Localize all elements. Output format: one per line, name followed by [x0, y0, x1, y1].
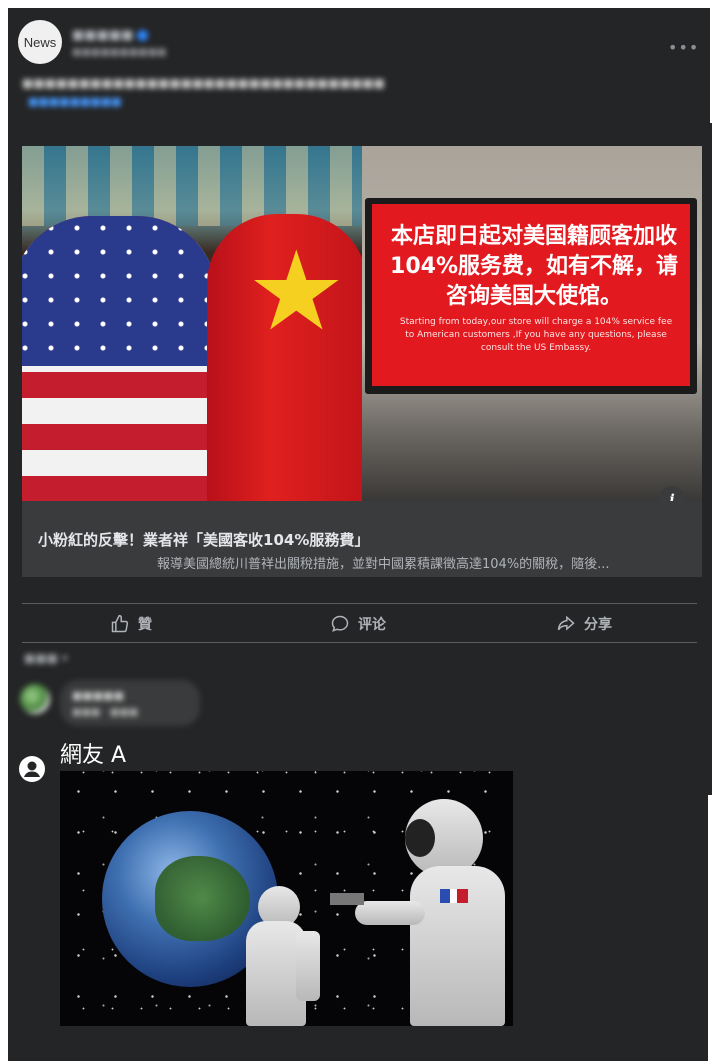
page-name[interactable]: ■■■■■ — [72, 28, 149, 43]
share-button[interactable]: 分享 — [556, 612, 612, 636]
sign-chinese-text: 本店即日起对美国籍顾客加收104%服务费，如有不解，请咨询美国大使馆。 — [390, 224, 678, 309]
china-flag-star-icon: ★ — [247, 227, 346, 355]
astronaut-meme-image[interactable] — [60, 771, 513, 1026]
user-icon — [19, 756, 45, 782]
divider-bottom — [22, 642, 697, 643]
thumbs-up-icon — [111, 614, 129, 633]
comment-icon — [331, 615, 349, 632]
comment-label: 评论 — [358, 617, 386, 633]
earth-landmass — [155, 856, 250, 941]
page-avatar[interactable]: News — [18, 20, 62, 64]
flags-photo: ★ — [22, 146, 367, 501]
share-label: 分享 — [584, 617, 612, 633]
netizen-name: 網友 A — [60, 743, 127, 768]
link-description: 報導美國總統川普祥出關稅措施，並對中國累積課徵高達104%的關稅，隨後... — [157, 557, 610, 572]
post-photo[interactable]: ★ 本店即日起对美国籍顾客加收104%服务费，如有不解，请咨询美国大使馆。 St… — [22, 146, 702, 501]
more-options-icon[interactable]: ••• — [668, 38, 699, 57]
ohio-flag-patch — [440, 889, 468, 903]
post-timestamp[interactable]: ■■■■■■■■■■ — [72, 47, 166, 58]
commenter-name[interactable]: ■■■■■ — [72, 689, 124, 702]
sign-english-text: Starting from today,our store will charg… — [399, 317, 673, 353]
share-icon — [557, 615, 575, 631]
link-title[interactable]: 小粉紅的反擊！業者祥「美國客收104%服務費」 — [38, 529, 369, 550]
pillars-backdrop — [22, 146, 362, 226]
post-text-link[interactable]: ■■■■■■■■■ — [28, 95, 122, 108]
comment-text: ■■■ · ■■■ — [72, 707, 139, 718]
us-flag-canton — [22, 216, 217, 366]
like-button[interactable]: 贊 — [110, 612, 152, 636]
tv-screen: 本店即日起对美国籍顾客加收104%服务费，如有不解，请咨询美国大使馆。 Star… — [372, 204, 690, 386]
link-preview[interactable]: 小粉紅的反擊！業者祥「美國客收104%服務費」 報導美國總統川普祥出關稅措施，並… — [22, 501, 702, 577]
like-label: 贊 — [138, 617, 152, 633]
verified-icon — [137, 30, 149, 41]
astronaut-back-arm — [355, 901, 425, 925]
store-sign-photo: 本店即日起对美国籍顾客加收104%服务费，如有不解，请咨询美国大使馆。 Star… — [362, 146, 702, 501]
tv-monitor: 本店即日起对美国籍顾客加收104%服务费，如有不解，请咨询美国大使馆。 Star… — [365, 198, 697, 394]
divider-top — [22, 603, 697, 604]
astronaut-visor — [405, 819, 435, 857]
astronaut-front-pack — [296, 931, 320, 1001]
comment-sort-dropdown[interactable]: ■■■ ▾ — [24, 651, 68, 665]
comment-button[interactable]: 评论 — [330, 612, 386, 636]
comment-bubble — [60, 680, 200, 726]
pistol-icon — [330, 893, 364, 905]
post-text: ■■■■■■■■■■■■■■■■■■■■■■■■■■■■■■■■ — [22, 76, 385, 90]
commenter-avatar[interactable] — [20, 684, 50, 714]
